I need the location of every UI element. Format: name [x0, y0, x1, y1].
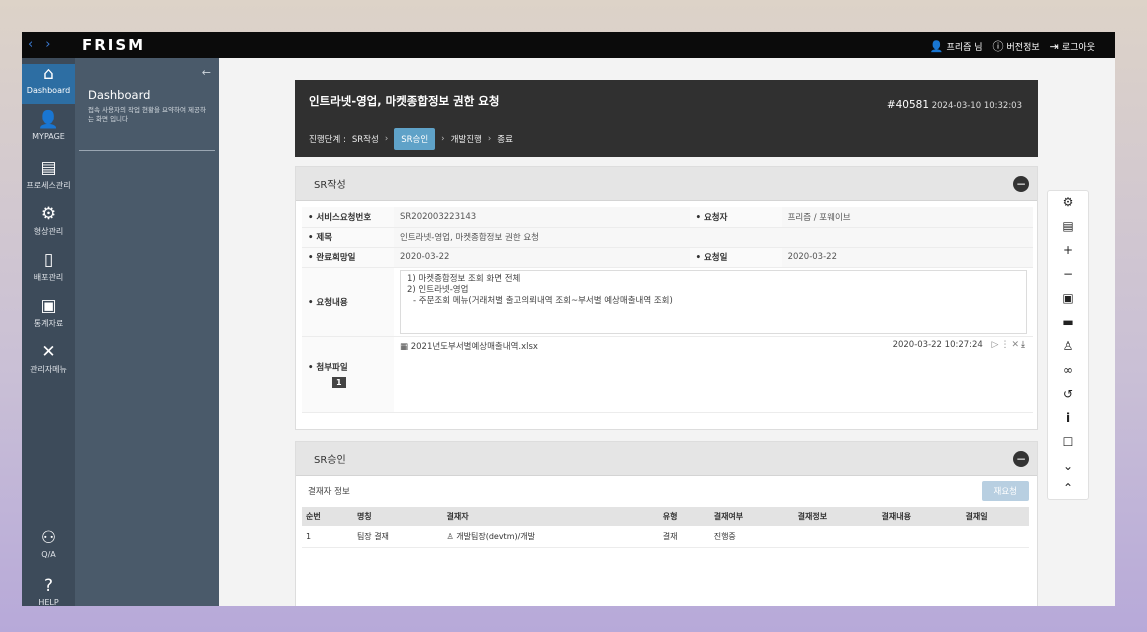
step-dev[interactable]: 개발진행 — [451, 133, 482, 145]
user-search-icon[interactable]: ♙ — [1048, 339, 1088, 353]
requester: 프리즘 / 포웨이브 — [781, 207, 1033, 228]
camera-icon[interactable]: ▣ — [1048, 291, 1088, 305]
sr-number: SR202003223143 — [394, 207, 690, 228]
comment-icon[interactable]: ☐ — [1048, 435, 1088, 449]
divider — [79, 150, 215, 151]
rail-item-mypage[interactable]: 👤 MYPAGE — [22, 110, 75, 141]
chevron-right-icon: › — [441, 134, 445, 144]
top-bar: ‹› FRISM 👤 프리즘 님 ⓘ 버전정보 ⇥ 로그아웃 — [22, 32, 1115, 58]
step-sr-approval[interactable]: SR승인 — [394, 128, 436, 150]
info-icon[interactable]: i — [1048, 411, 1088, 425]
request-id: #40581 2024-03-10 10:32:03 — [886, 99, 1022, 111]
qa-icon: ⚇ — [40, 528, 57, 548]
right-toolbar: ⚙ ▤ + − ▣ ▬ ♙ ∞ ↺ i ☐ ⌄ ⌃ — [1047, 190, 1089, 500]
rail-item-deploy[interactable]: ▯ 배포관리 — [22, 250, 75, 283]
excel-icon: ▦ — [400, 341, 409, 352]
main-content: 인트라넷-영업, 마켓종합정보 권한 요청 #40581 2024-03-10 … — [219, 58, 1115, 606]
resubmit-button[interactable]: 재요청 — [981, 481, 1029, 501]
request-header: 인트라넷-영업, 마켓종합정보 권한 요청 #40581 2024-03-10 … — [295, 80, 1038, 157]
app-window: ‹› FRISM 👤 프리즘 님 ⓘ 버전정보 ⇥ 로그아웃 ⌂ Dashboard … — [22, 32, 1115, 606]
sr-approval-section: SR승인 − 결재자 정보 재요청 순번 명칭 결재자 유형 결재여부 결재정보… — [295, 441, 1038, 606]
rail-item-process[interactable]: ▤ 프로세스관리 — [22, 158, 75, 191]
link-icon[interactable]: ∞ — [1048, 363, 1088, 377]
double-chevron-down-icon[interactable]: ⌄ — [1048, 459, 1088, 473]
rail-item-help[interactable]: ? HELP — [22, 576, 75, 606]
step-sr-write[interactable]: SR작성 — [352, 133, 379, 145]
progress-steps: 진행단계 : SR작성 › SR승인 › 개발진행 › 종료 — [309, 128, 513, 150]
chevron-right-icon: › — [384, 134, 389, 144]
attachment-row: ▦ 2021년도부서별예상매출내역.xlsx 2020-03-22 10:27:… — [400, 339, 1027, 352]
download-icon[interactable]: ⤓ — [1021, 340, 1027, 350]
gears-icon: ⚙ — [40, 204, 57, 224]
dashboard-title: Dashboard — [88, 88, 151, 102]
request-content: 1) 마켓종합정보 조회 화면 전체 2) 인트라넷-영업 - 주문조회 메뉴(… — [400, 269, 1027, 334]
rail-item-config[interactable]: ⚙ 형상관리 — [22, 204, 75, 237]
phone-icon: ▯ — [43, 250, 54, 270]
left-rail: ⌂ Dashboard 👤 MYPAGE ▤ 프로세스관리 ⚙ 형상관리 ▯ 배… — [22, 58, 75, 606]
info-icon: ⓘ — [992, 40, 1004, 53]
approval-table: 순번 명칭 결재자 유형 결재여부 결재정보 결재내용 결재일 1 팀장 결재 — [302, 507, 1029, 548]
subject: 인트라넷-영업, 마켓종합정보 권한 요청 — [394, 227, 1033, 248]
request-title: 인트라넷-영업, 마켓종합정보 권한 요청 — [309, 94, 500, 108]
minus-icon[interactable]: − — [1048, 267, 1088, 281]
plus-icon[interactable]: + — [1048, 243, 1088, 257]
person-icon: ♙ — [446, 532, 454, 541]
rail-item-qa[interactable]: ⚇ Q/A — [22, 528, 75, 559]
approver-info-label: 결재자 정보 — [308, 487, 350, 497]
more-icon[interactable]: ⋮ — [1000, 340, 1011, 350]
chevron-right-icon: › — [487, 134, 492, 144]
collapse-button[interactable]: − — [1013, 175, 1029, 192]
chart-icon: ▣ — [40, 296, 57, 316]
dashboard-panel: ← Dashboard 접속 사용자의 작업 현황을 요약하여 제공하는 화면 … — [75, 58, 219, 606]
version-info-button[interactable]: ⓘ 버전정보 — [993, 38, 1040, 54]
back-arrow-icon[interactable]: ← — [202, 66, 211, 79]
rail-item-admin[interactable]: ✕ 관리자메뉴 — [22, 342, 75, 375]
box-icon: ▤ — [40, 158, 57, 178]
settings-icon[interactable]: ⚙ — [1048, 195, 1088, 209]
double-chevron-up-icon[interactable]: ⌃ — [1048, 481, 1088, 495]
collapse-button[interactable]: − — [1013, 450, 1029, 467]
step-done[interactable]: 종료 — [497, 133, 513, 145]
attachment-name[interactable]: 2021년도부서별예상매출내역.xlsx — [411, 342, 538, 352]
request-date: 2020-03-22 — [781, 247, 1033, 268]
sr-write-header: SR작성 − — [296, 167, 1037, 201]
sr-info-table: • 서비스요청번호 SR202003223143 • 요청자 프리즘 / 포웨이… — [302, 207, 1033, 413]
print-icon[interactable]: ▬ — [1048, 315, 1088, 329]
user-icon: 👤 — [37, 110, 60, 130]
rail-item-stats[interactable]: ▣ 통계자료 — [22, 296, 75, 329]
user-icon: 👤 — [929, 39, 944, 53]
table-row[interactable]: 1 팀장 결재 ♙ 개발팀장(devtm)/개발 결재 진행중 — [302, 526, 1029, 548]
help-icon: ? — [43, 576, 54, 596]
home-icon: ⌂ — [43, 64, 54, 84]
logo: FRISM — [82, 36, 146, 54]
nav-arrows[interactable]: ‹› — [28, 37, 62, 52]
delete-icon[interactable]: ✕ — [1011, 340, 1021, 350]
tools-icon: ✕ — [41, 342, 56, 362]
attachment-count: 1 — [332, 376, 346, 388]
due-date: 2020-03-22 — [394, 247, 690, 268]
logout-button[interactable]: ⇥ 로그아웃 — [1050, 38, 1095, 54]
logout-icon: ⇥ — [1049, 39, 1059, 53]
document-icon[interactable]: ▤ — [1048, 219, 1088, 233]
sr-approval-header: SR승인 − — [296, 442, 1037, 476]
dashboard-desc: 접속 사용자의 작업 현황을 요약하여 제공하는 화면 입니다 — [88, 106, 206, 123]
user-menu[interactable]: 👤 프리즘 님 — [930, 38, 983, 54]
sr-write-section: SR작성 − • 서비스요청번호 SR202003223143 • 요청자 프리… — [295, 166, 1038, 430]
rail-item-dashboard[interactable]: ⌂ Dashboard — [22, 64, 75, 104]
history-icon[interactable]: ↺ — [1048, 387, 1088, 401]
